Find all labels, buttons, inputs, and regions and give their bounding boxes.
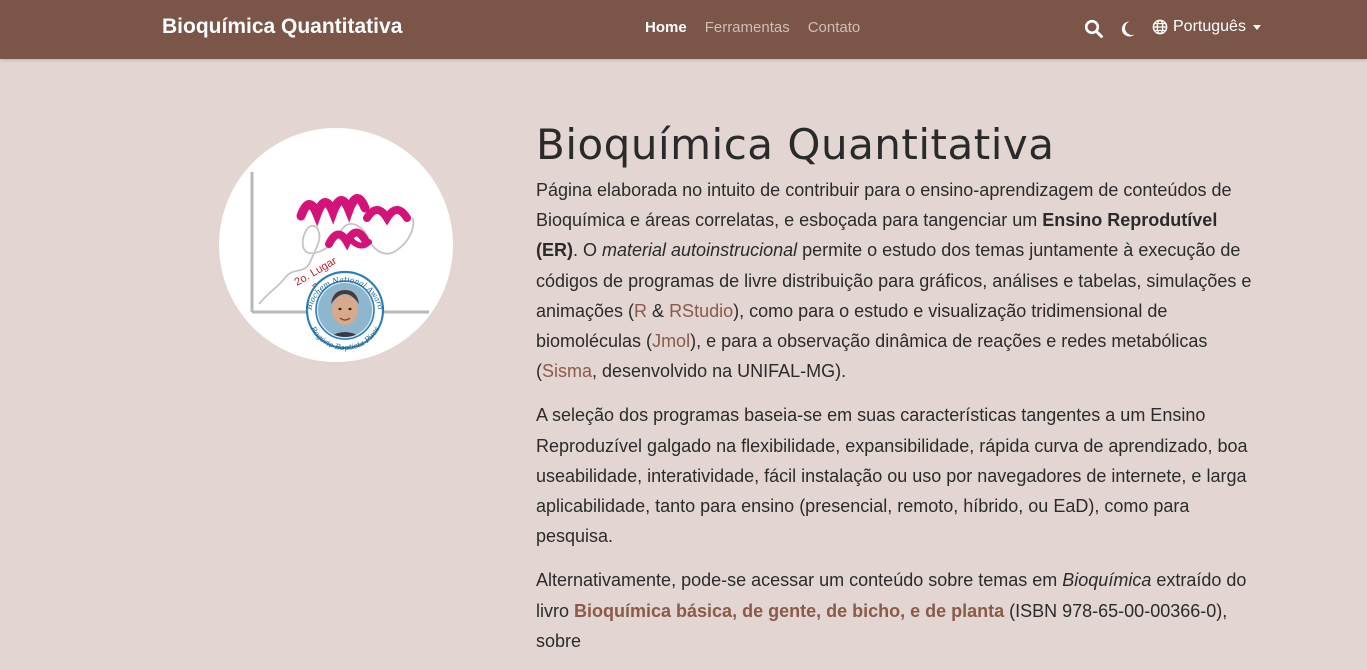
main-content: Bioquímica Quantitativa Página elaborada… (536, 120, 1260, 670)
page-title: Bioquímica Quantitativa (536, 120, 1055, 169)
link-r[interactable]: R (634, 301, 647, 321)
language-label: Português (1173, 18, 1246, 35)
moon-icon[interactable] (1117, 18, 1139, 40)
top-navbar: Bioquímica Quantitativa Home Ferramentas… (0, 0, 1367, 59)
profile-avatar: 2o. Lugar 2023 Biochem National Award Ro… (219, 128, 453, 362)
link-jmol[interactable]: Jmol (652, 331, 690, 351)
selection-paragraph: A seleção dos programas baseia-se em sua… (536, 405, 1248, 547)
language-dropdown[interactable]: Português (1152, 18, 1261, 36)
avatar-illustration: 2o. Lugar 2023 Biochem National Award Ro… (250, 172, 429, 352)
link-sisma[interactable]: Sisma (542, 361, 592, 381)
protein-helix (296, 194, 411, 251)
link-rstudio[interactable]: RStudio (669, 301, 733, 321)
caret-down-icon (1252, 24, 1261, 30)
nav-link-ferramentas[interactable]: Ferramentas (705, 19, 790, 36)
nav-link-contato[interactable]: Contato (808, 19, 861, 36)
alt-italic-bioquimica: Bioquímica (1062, 570, 1152, 591)
search-icon[interactable] (1083, 18, 1105, 40)
link-book[interactable]: Bioquímica básica, de gente, de bicho, e… (574, 601, 1004, 621)
alt-text-1: Alternativamente, pode-se acessar um con… (536, 570, 1063, 591)
globe-icon (1152, 19, 1168, 35)
brand-link[interactable]: Bioquímica Quantitativa (162, 15, 402, 39)
nav-links: Home Ferramentas Contato (645, 19, 860, 36)
nav-link-home[interactable]: Home (645, 19, 687, 36)
alternative-paragraph: Alternativamente, pode-se acessar um con… (536, 565, 1260, 656)
intro-text-4: & (647, 300, 670, 321)
intro-italic-material: material autoinstrucional (602, 240, 798, 261)
intro-paragraph: Página elaborada no intuito de contribui… (536, 175, 1260, 386)
intro-text-7: , desenvolvido na UNIFAL-MG). (592, 361, 847, 382)
intro-text-2: . O (573, 240, 603, 261)
